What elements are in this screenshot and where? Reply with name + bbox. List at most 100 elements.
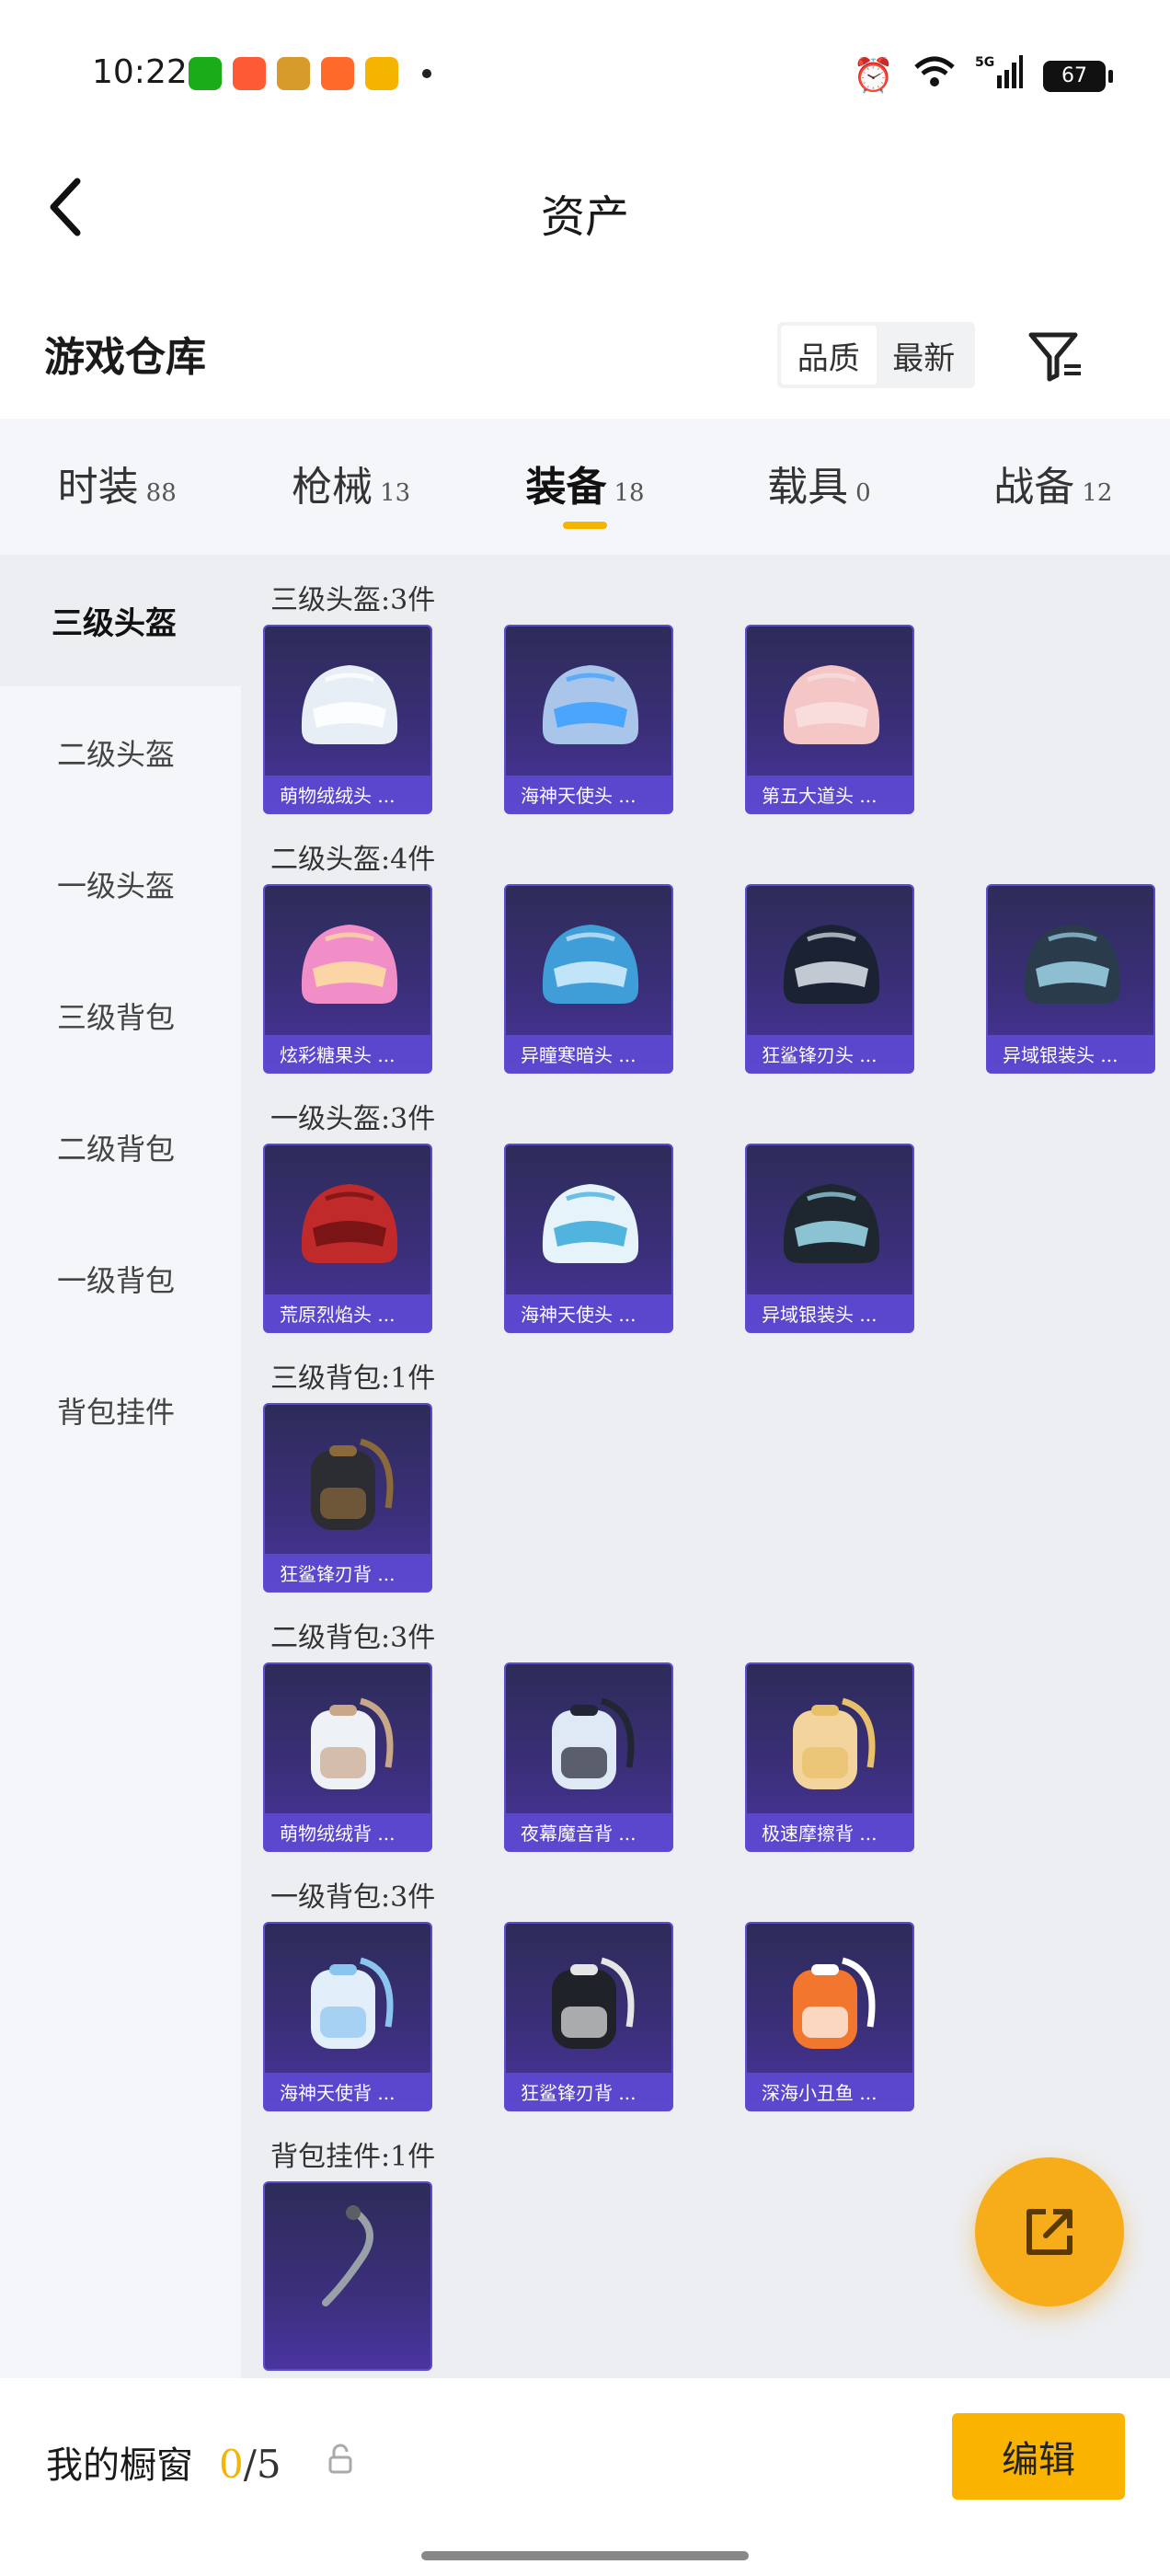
clock: 10:22 bbox=[92, 53, 188, 91]
item-grid: 荒原烈焰头 ... 海神天使头 ... 异域银装头 ... bbox=[263, 1144, 1170, 1333]
item-card[interactable]: 炫彩糖果头 ... bbox=[263, 884, 432, 1074]
group-title: 二级头盔:4件 bbox=[270, 844, 436, 876]
item-name: 异瞳寒暗头 ... bbox=[506, 1035, 671, 1072]
share-button[interactable] bbox=[975, 2157, 1124, 2306]
tab-1[interactable]: 枪械 13 bbox=[234, 419, 467, 555]
item-list: 三级头盔:3件萌物绒绒头 ... 海神天使头 ... 第五大道头 ... 二级头盔:4… bbox=[241, 555, 1170, 2378]
item-name: 萌物绒绒头 ... bbox=[265, 776, 430, 812]
item-card[interactable]: 海神天使头 ... bbox=[504, 1144, 673, 1333]
item-card[interactable]: 极速摩擦背 ... bbox=[745, 1662, 914, 1852]
wechat-icon bbox=[189, 57, 222, 90]
item-name: 萌物绒绒背 ... bbox=[265, 1813, 430, 1850]
tab-3[interactable]: 载具 0 bbox=[702, 419, 935, 555]
tab-4[interactable]: 战备 12 bbox=[936, 419, 1170, 555]
tab-count: 18 bbox=[614, 479, 645, 507]
helmet-image bbox=[530, 645, 651, 766]
tab-0[interactable]: 时装 88 bbox=[0, 419, 234, 555]
helmet-image bbox=[771, 1164, 892, 1285]
svg-text:5G: 5G bbox=[975, 55, 994, 70]
sidebar-item-0[interactable]: 三级头盔 bbox=[0, 555, 241, 686]
item-card[interactable]: 深海小丑鱼 ... bbox=[745, 1922, 914, 2111]
item-card[interactable] bbox=[263, 2181, 432, 2371]
item-card[interactable]: 荒原烈焰头 ... bbox=[263, 1144, 432, 1333]
backpack-image bbox=[530, 1683, 651, 1804]
helmet-image bbox=[289, 645, 410, 766]
item-card[interactable]: 萌物绒绒背 ... bbox=[263, 1662, 432, 1852]
helmet-image bbox=[530, 1164, 651, 1285]
sidebar-item-3[interactable]: 三级背包 bbox=[0, 949, 241, 1081]
more-notifications-dot-icon bbox=[422, 69, 431, 78]
app-yellow-icon bbox=[365, 57, 398, 90]
showcase-count-total: /5 bbox=[243, 2442, 281, 2487]
helmet-image bbox=[771, 904, 892, 1026]
pendant-image bbox=[289, 2202, 410, 2323]
sidebar-item-4[interactable]: 二级背包 bbox=[0, 1081, 241, 1213]
sidebar-item-6[interactable]: 背包挂件 bbox=[0, 1344, 241, 1476]
sidebar-item-2[interactable]: 一级头盔 bbox=[0, 818, 241, 949]
section-title: 游戏仓库 bbox=[44, 334, 206, 381]
item-name: 极速摩擦背 ... bbox=[747, 1813, 912, 1850]
item-grid: 萌物绒绒背 ... 夜幕魔音背 ... 极速摩擦背 ... bbox=[263, 1662, 1170, 1852]
showcase-label: 我的橱窗 0 /5 bbox=[46, 2435, 281, 2489]
status-bar: 10:22 ⏰ 5G 67 bbox=[0, 0, 1170, 147]
backpack-image bbox=[530, 1942, 651, 2064]
item-name: 狂鲨锋刃背 ... bbox=[265, 1554, 430, 1591]
filter-icon bbox=[1028, 332, 1081, 382]
tab-count: 12 bbox=[1082, 479, 1113, 507]
tab-label: 战备 bbox=[993, 464, 1075, 511]
signal-5g-icon: 5G bbox=[975, 53, 1023, 98]
item-card[interactable]: 异域银装头 ... bbox=[745, 1144, 914, 1333]
item-name: 夜幕魔音背 ... bbox=[506, 1813, 671, 1850]
item-grid: 狂鲨锋刃背 ... bbox=[263, 1403, 1170, 1593]
app-red-icon bbox=[233, 57, 266, 90]
tab-count: 13 bbox=[380, 479, 411, 507]
tab-label: 装备 bbox=[525, 464, 607, 511]
sort-toggle: 品质 最新 bbox=[777, 322, 975, 388]
bottom-bar: 我的橱窗 0 /5 编辑 bbox=[0, 2378, 1170, 2576]
category-tabs: 时装 88 枪械 13 装备 18 载具 0 战备 12 bbox=[0, 419, 1170, 555]
item-card[interactable]: 萌物绒绒头 ... bbox=[263, 625, 432, 814]
home-indicator[interactable] bbox=[421, 2551, 749, 2560]
wifi-icon bbox=[914, 56, 955, 96]
tab-count: 88 bbox=[145, 479, 177, 507]
item-name: 炫彩糖果头 ... bbox=[265, 1035, 430, 1072]
item-card[interactable]: 第五大道头 ... bbox=[745, 625, 914, 814]
battery-icon: 67 bbox=[1043, 60, 1113, 92]
sort-newest-button[interactable]: 最新 bbox=[877, 326, 972, 385]
backpack-image bbox=[771, 1942, 892, 2064]
item-name: 异域银装头 ... bbox=[988, 1035, 1153, 1072]
page-title: 资产 bbox=[540, 191, 629, 243]
sidebar-item-5[interactable]: 一级背包 bbox=[0, 1213, 241, 1344]
system-icons: ⏰ 5G 67 bbox=[853, 53, 1113, 98]
app-orange-icon bbox=[321, 57, 354, 90]
item-name: 狂鲨锋刃头 ... bbox=[747, 1035, 912, 1072]
tab-2[interactable]: 装备 18 bbox=[468, 419, 702, 555]
item-card[interactable]: 狂鲨锋刃背 ... bbox=[263, 1403, 432, 1593]
sort-quality-button[interactable]: 品质 bbox=[781, 326, 877, 385]
item-grid: 海神天使背 ... 狂鲨锋刃背 ... 深海小丑鱼 ... bbox=[263, 1922, 1170, 2111]
lock-icon bbox=[327, 2443, 354, 2476]
tab-count: 0 bbox=[855, 479, 871, 507]
sidebar-item-1[interactable]: 二级头盔 bbox=[0, 686, 241, 818]
item-card[interactable]: 异瞳寒暗头 ... bbox=[504, 884, 673, 1074]
group-title: 三级头盔:3件 bbox=[270, 584, 436, 616]
share-external-icon bbox=[1027, 2209, 1072, 2255]
backpack-image bbox=[289, 1942, 410, 2064]
item-card[interactable]: 海神天使头 ... bbox=[504, 625, 673, 814]
showcase-count-current: 0 bbox=[219, 2442, 244, 2487]
edit-button[interactable]: 编辑 bbox=[952, 2413, 1125, 2500]
item-card[interactable]: 海神天使背 ... bbox=[263, 1922, 432, 2111]
helmet-image bbox=[289, 1164, 410, 1285]
group-title: 一级背包:3件 bbox=[270, 1881, 436, 1914]
item-card[interactable]: 异域银装头 ... bbox=[986, 884, 1155, 1074]
backpack-image bbox=[289, 1683, 410, 1804]
group-title: 二级背包:3件 bbox=[270, 1622, 436, 1654]
warehouse-section-header: 游戏仓库 品质 最新 bbox=[0, 304, 1170, 405]
item-card[interactable]: 狂鲨锋刃背 ... bbox=[504, 1922, 673, 2111]
item-card[interactable]: 狂鲨锋刃头 ... bbox=[745, 884, 914, 1074]
item-name: 海神天使头 ... bbox=[506, 1294, 671, 1331]
tab-label: 载具 bbox=[767, 464, 849, 511]
filter-button[interactable] bbox=[1026, 328, 1084, 386]
item-card[interactable]: 夜幕魔音背 ... bbox=[504, 1662, 673, 1852]
helmet-image bbox=[771, 645, 892, 766]
